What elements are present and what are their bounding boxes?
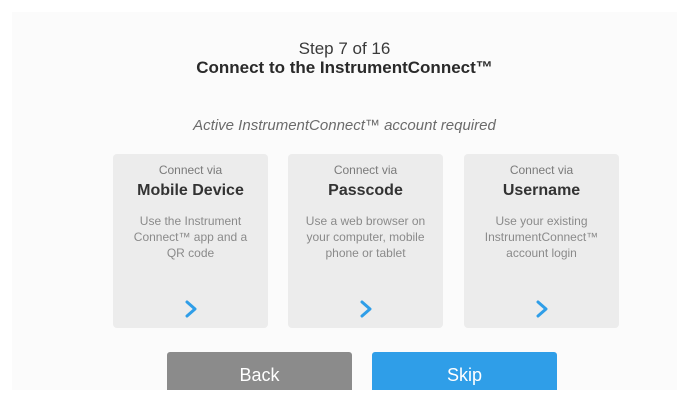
page-title: Connect to the InstrumentConnect™ <box>196 58 493 77</box>
card-description: Use a web browser on your computer, mobi… <box>305 214 426 260</box>
connect-mobile-device-card[interactable]: Connect via Mobile Device Use the Instru… <box>113 154 268 328</box>
step-indicator: Step 7 of 16 <box>298 39 391 58</box>
card-via-label: Connect via <box>509 163 574 177</box>
header: Step 7 of 16 Connect to the InstrumentCo… <box>12 39 677 78</box>
skip-button[interactable]: Skip <box>372 352 557 390</box>
account-required-note: Active InstrumentConnect™ account requir… <box>193 117 496 134</box>
card-via-label: Connect via <box>333 163 398 177</box>
card-option-name: Username <box>502 182 581 199</box>
card-option-name: Passcode <box>328 182 403 199</box>
connect-username-card[interactable]: Connect via Username Use your existing I… <box>464 154 619 328</box>
card-via-label: Connect via <box>158 163 223 177</box>
back-button[interactable]: Back <box>167 352 352 390</box>
setup-screen: Step 7 of 16 Connect to the InstrumentCo… <box>12 12 677 390</box>
card-option-name: Mobile Device <box>137 182 244 199</box>
connect-passcode-card[interactable]: Connect via Passcode Use a web browser o… <box>288 154 443 328</box>
chevron-right-icon <box>536 300 547 318</box>
connect-options: Connect via Mobile Device Use the Instru… <box>113 154 619 328</box>
chevron-right-icon <box>185 300 196 318</box>
card-description: Use your existing InstrumentConnect™ acc… <box>484 214 599 260</box>
chevron-right-icon <box>360 300 371 318</box>
card-description: Use the Instrument Connect™ app and a QR… <box>133 214 248 260</box>
